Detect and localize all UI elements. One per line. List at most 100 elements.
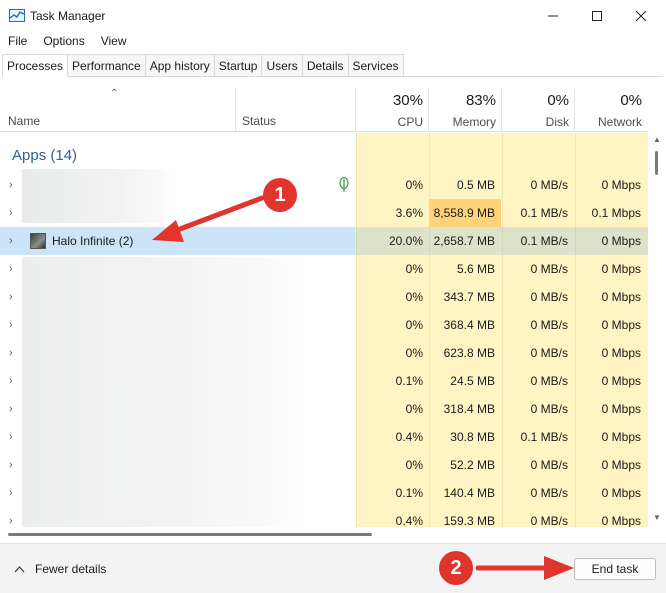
network-cell: 0 Mbps: [601, 458, 641, 472]
expand-chevron-icon[interactable]: ›: [9, 319, 13, 331]
column-cpu[interactable]: 30% CPU: [356, 88, 429, 129]
apps-section-title: Apps (14): [12, 147, 78, 164]
table-row[interactable]: › 0% 318.4 MB 0 MB/s 0 Mbps: [0, 395, 648, 423]
disk-label: Disk: [545, 115, 569, 129]
menu-view[interactable]: View: [93, 31, 135, 51]
window-title: Task Manager: [30, 9, 106, 23]
tab-processes[interactable]: Processes: [2, 54, 69, 77]
maximize-button[interactable]: [574, 0, 620, 31]
memory-cell: 318.4 MB: [443, 402, 495, 416]
disk-cell: 0 MB/s: [530, 402, 568, 416]
tab-app-history[interactable]: App history: [144, 54, 215, 76]
footer-bar: Fewer details End task: [0, 543, 666, 593]
expand-chevron-icon[interactable]: ›: [9, 459, 13, 471]
column-divider[interactable]: [235, 90, 236, 132]
minimize-button[interactable]: [530, 0, 576, 31]
sort-up-icon: ⌃: [110, 88, 119, 99]
memory-label: Memory: [452, 115, 496, 129]
disk-cell: 0 MB/s: [530, 458, 568, 472]
tab-users[interactable]: Users: [261, 54, 303, 76]
expand-chevron-icon[interactable]: ›: [9, 347, 13, 359]
vertical-scrollbar[interactable]: ▲ ▼: [650, 133, 664, 527]
scroll-down-icon[interactable]: ▼: [653, 513, 661, 522]
memory-cell: 52.2 MB: [450, 458, 495, 472]
cpu-cell: 0.1%: [395, 374, 423, 388]
column-network[interactable]: 0% Network: [575, 88, 648, 129]
column-status[interactable]: Status: [242, 114, 276, 128]
cpu-cell: 0%: [405, 402, 423, 416]
table-row[interactable]: › 0% 52.2 MB 0 MB/s 0 Mbps: [0, 451, 648, 479]
memory-cell: 2,658.7 MB: [433, 234, 495, 248]
network-cell: 0.1 Mbps: [591, 206, 641, 220]
tab-details[interactable]: Details: [301, 54, 349, 76]
table-row[interactable]: › 0.4% 159.3 MB 0 MB/s 0 Mbps: [0, 507, 648, 527]
menu-file[interactable]: File: [0, 31, 35, 51]
table-row[interactable]: › 3.6% 8,558.9 MB 0.1 MB/s 0.1 Mbps: [0, 199, 648, 227]
table-row[interactable]: › 0% 343.7 MB 0 MB/s 0 Mbps: [0, 283, 648, 311]
cpu-cell: 20.0%: [388, 234, 423, 248]
table-row[interactable]: › 0% 368.4 MB 0 MB/s 0 Mbps: [0, 311, 648, 339]
vertical-scroll-thumb[interactable]: [655, 151, 658, 175]
expand-chevron-icon[interactable]: ›: [9, 207, 13, 219]
close-button[interactable]: [618, 0, 664, 31]
table-row[interactable]: › 0% 5.6 MB 0 MB/s 0 Mbps: [0, 255, 648, 283]
halo-infinite-icon: [30, 233, 46, 249]
memory-cell: 24.5 MB: [450, 374, 495, 388]
horizontal-scrollbar[interactable]: [0, 527, 648, 541]
tab-services[interactable]: Services: [347, 54, 404, 76]
table-row[interactable]: › 0.1% 140.4 MB 0 MB/s 0 Mbps: [0, 479, 648, 507]
menu-options[interactable]: Options: [35, 31, 92, 51]
disk-cell: 0 MB/s: [530, 318, 568, 332]
disk-cell: 0 MB/s: [530, 374, 568, 388]
network-cell: 0 Mbps: [601, 234, 641, 248]
memory-cell: 623.8 MB: [443, 346, 495, 360]
expand-chevron-icon[interactable]: ›: [9, 487, 13, 499]
scroll-up-icon[interactable]: ▲: [653, 135, 661, 144]
disk-cell: 0 MB/s: [530, 514, 568, 527]
expand-chevron-icon[interactable]: ›: [9, 515, 13, 527]
cpu-cell: 0.4%: [395, 430, 423, 444]
expand-chevron-icon[interactable]: ›: [9, 431, 13, 443]
table-row[interactable]: › 0.4% 30.8 MB 0.1 MB/s 0 Mbps: [0, 423, 648, 451]
cpu-label: CPU: [397, 115, 423, 129]
horizontal-scroll-thumb[interactable]: [8, 533, 372, 536]
network-cell: 0 Mbps: [601, 318, 641, 332]
cpu-cell: 0%: [405, 458, 423, 472]
expand-chevron-icon[interactable]: ›: [9, 403, 13, 415]
table-row[interactable]: › 0.1% 24.5 MB 0 MB/s 0 Mbps: [0, 367, 648, 395]
expand-chevron-icon[interactable]: ›: [9, 291, 13, 303]
tab-performance[interactable]: Performance: [67, 54, 146, 76]
network-cell: 0 Mbps: [601, 430, 641, 444]
cpu-total: 30%: [392, 92, 423, 109]
cpu-cell: 0.4%: [395, 514, 423, 527]
table-row[interactable]: › 0% 623.8 MB 0 MB/s 0 Mbps: [0, 339, 648, 367]
table-row[interactable]: › Halo Infinite (2) 20.0% 2,658.7 MB 0.1 MB/…: [0, 227, 648, 255]
expand-chevron-icon[interactable]: ›: [9, 263, 13, 275]
column-name[interactable]: Name: [8, 114, 40, 128]
network-total: 0%: [620, 92, 642, 109]
end-task-button[interactable]: End task: [574, 558, 656, 580]
network-cell: 0 Mbps: [601, 514, 641, 527]
efficiency-mode-leaf-icon: [339, 177, 349, 192]
fewer-details-label: Fewer details: [35, 562, 107, 576]
cpu-cell: 0%: [405, 178, 423, 192]
disk-cell: 0.1 MB/s: [520, 430, 568, 444]
menu-bar: File Options View: [0, 31, 135, 51]
tab-startup[interactable]: Startup: [213, 54, 263, 76]
tab-strip: Processes Performance App history Startu…: [2, 54, 662, 77]
network-cell: 0 Mbps: [601, 178, 641, 192]
disk-total: 0%: [547, 92, 569, 109]
expand-chevron-icon[interactable]: ›: [9, 235, 13, 247]
annotation-marker-1: 1: [263, 178, 297, 212]
close-icon: [635, 10, 647, 21]
column-disk[interactable]: 0% Disk: [502, 88, 575, 129]
column-memory[interactable]: 83% Memory: [429, 88, 502, 129]
fewer-details-toggle[interactable]: Fewer details: [14, 562, 106, 576]
disk-cell: 0 MB/s: [530, 178, 568, 192]
table-row[interactable]: › 0% 0.5 MB 0 MB/s 0 Mbps: [0, 171, 648, 199]
memory-cell: 8,558.9 MB: [433, 206, 495, 220]
expand-chevron-icon[interactable]: ›: [9, 375, 13, 387]
expand-chevron-icon[interactable]: ›: [9, 179, 13, 191]
task-manager-app-icon: [9, 9, 25, 22]
network-cell: 0 Mbps: [601, 374, 641, 388]
